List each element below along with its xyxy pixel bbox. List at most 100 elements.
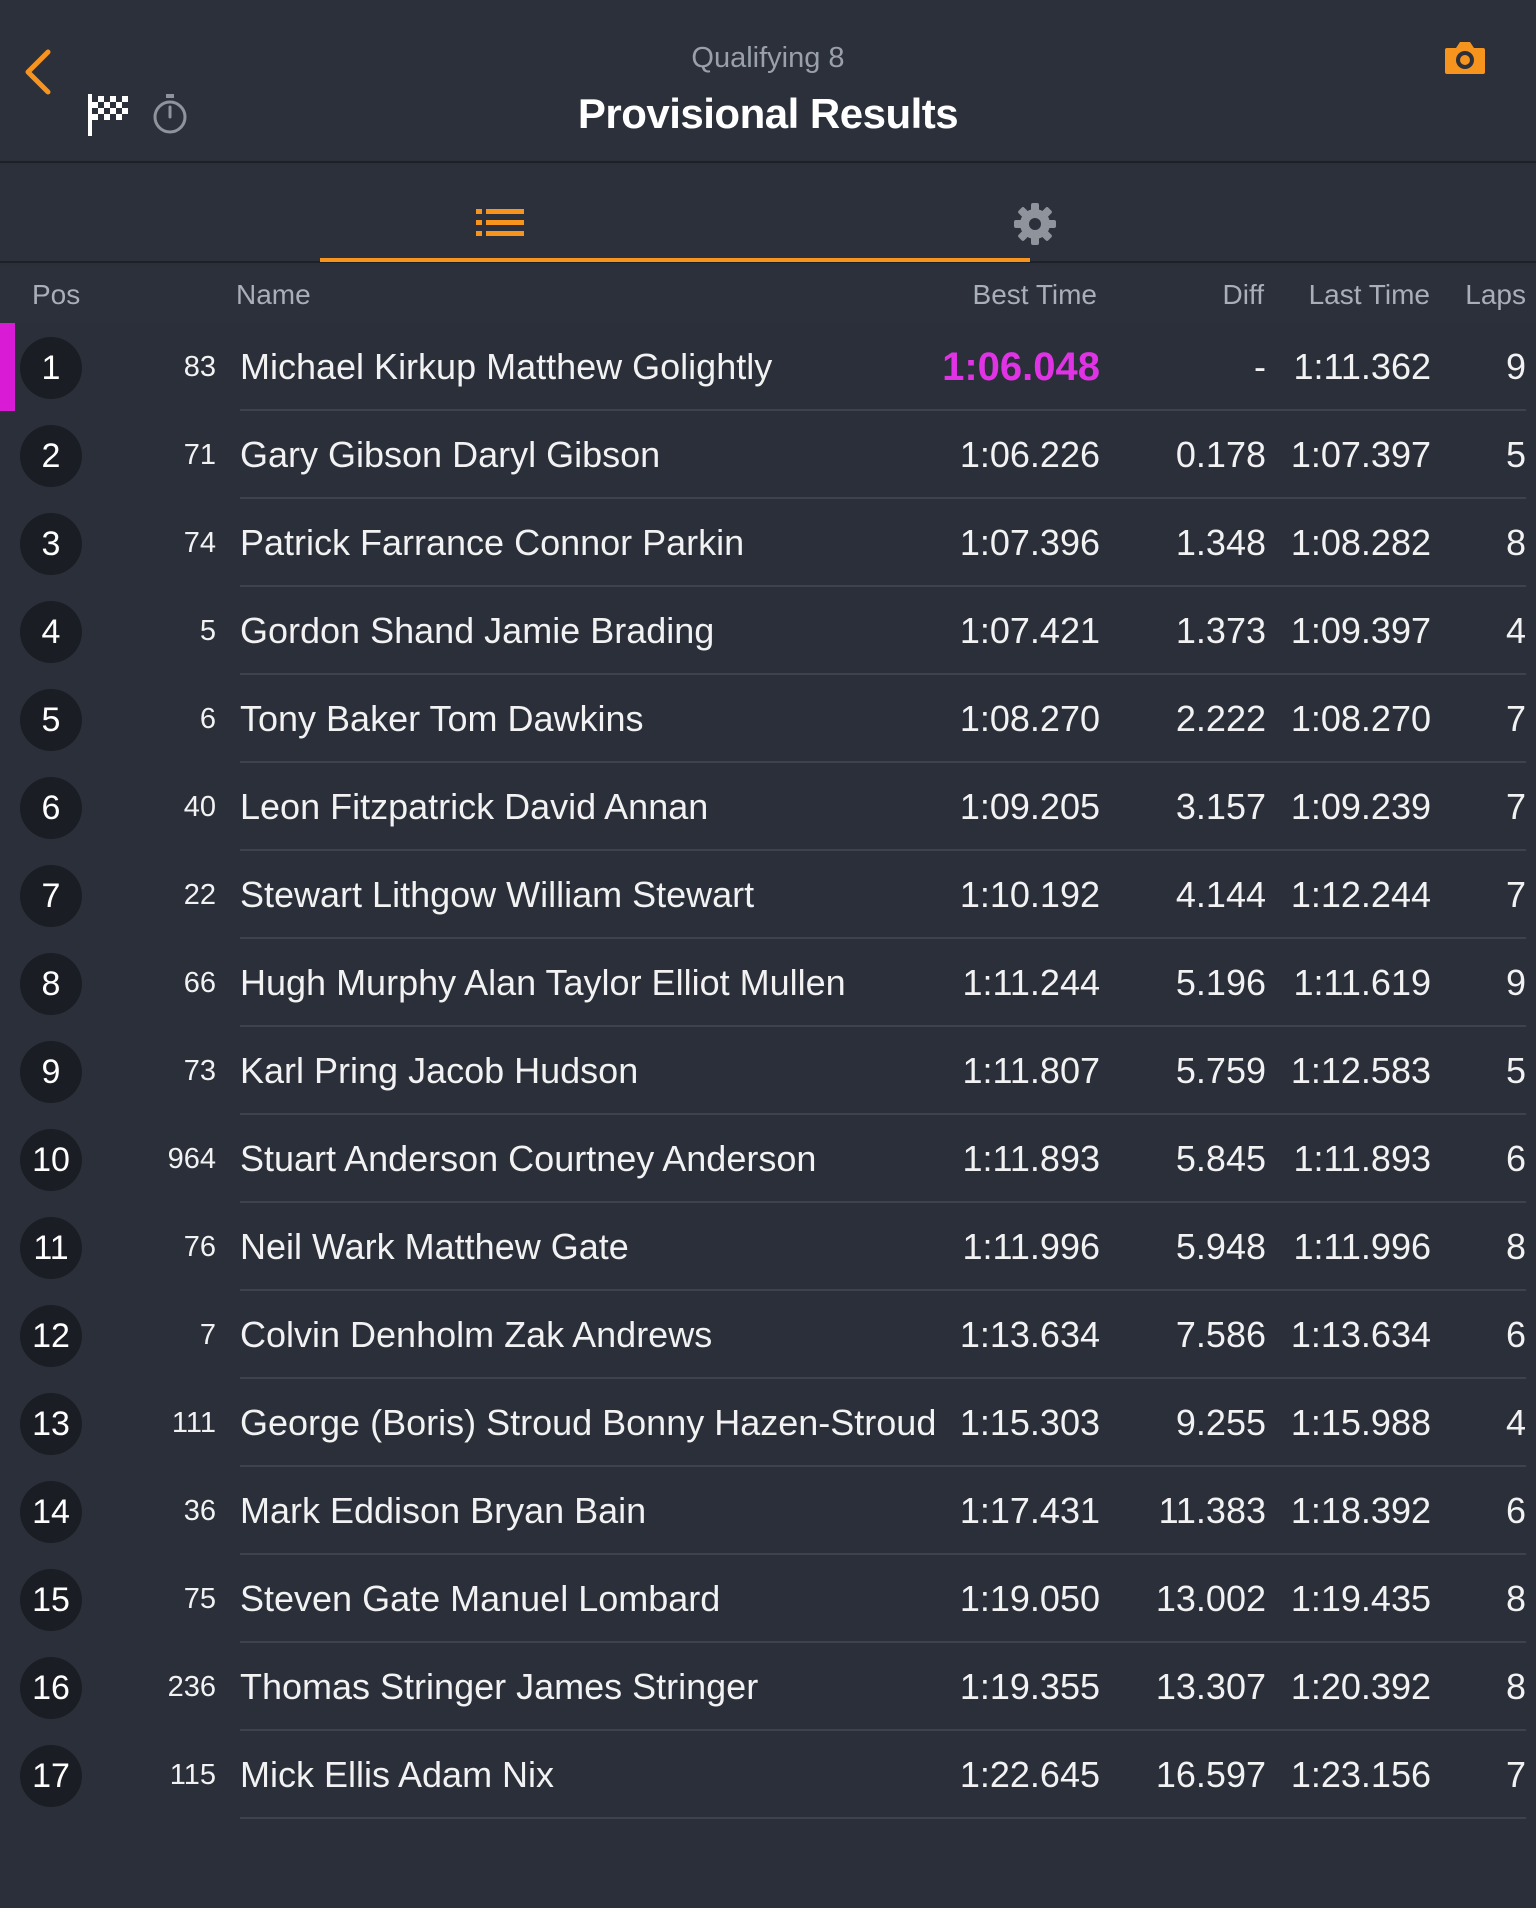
driver-names: Gordon Shand Jamie Brading [240, 610, 715, 651]
table-row[interactable]: 2 71 Gary Gibson Daryl Gibson 1:06.226 0.178… [0, 411, 1536, 499]
lap-count: 7 [1505, 786, 1526, 827]
driver-names: Mark Eddison Bryan Bain [240, 1490, 647, 1531]
last-time: 1:07.397 [1290, 434, 1431, 475]
position-badge: 13 [20, 1393, 82, 1455]
nav-header: Qualifying 8 Provisional Results [0, 0, 1536, 163]
best-time: 1:08.270 [959, 698, 1100, 739]
best-time: 1:13.634 [959, 1314, 1100, 1355]
active-tab-indicator [320, 258, 1030, 262]
time-diff: 4.144 [1175, 874, 1266, 915]
car-number: 964 [167, 1143, 216, 1175]
car-number: 5 [199, 615, 216, 647]
screenshot-button[interactable] [1443, 38, 1487, 78]
position-badge: 14 [20, 1481, 82, 1543]
best-time: 1:19.355 [959, 1666, 1100, 1707]
car-number: 76 [183, 1231, 216, 1263]
list-icon [476, 209, 524, 236]
tab-bar [0, 165, 1536, 263]
position-badge: 11 [20, 1217, 82, 1279]
time-diff: - [1254, 346, 1266, 387]
column-header-diff[interactable]: Diff [1223, 279, 1265, 311]
car-number: 22 [183, 879, 216, 911]
time-diff: 7.586 [1175, 1314, 1266, 1355]
driver-names: Stuart Anderson Courtney Anderson [240, 1138, 817, 1179]
position-badge: 7 [20, 865, 82, 927]
last-time: 1:08.270 [1290, 698, 1431, 739]
best-time: 1:11.807 [962, 1050, 1100, 1091]
lap-count: 4 [1505, 610, 1526, 651]
time-diff: 11.383 [1158, 1490, 1266, 1531]
lap-count: 7 [1505, 698, 1526, 739]
time-diff: 0.178 [1175, 434, 1266, 475]
lap-count: 7 [1505, 874, 1526, 915]
gear-icon [1014, 203, 1056, 245]
column-header-last-time[interactable]: Last Time [1309, 279, 1430, 311]
car-number: 83 [183, 351, 216, 383]
table-row[interactable]: 10 964 Stuart Anderson Courtney Anderson 1:… [0, 1115, 1536, 1203]
best-time: 1:11.996 [962, 1226, 1100, 1267]
table-row[interactable]: 6 40 Leon Fitzpatrick David Annan 1:09.205 3… [0, 763, 1536, 851]
time-diff: 9.255 [1175, 1402, 1266, 1443]
best-time: 1:07.421 [959, 610, 1100, 651]
lap-count: 6 [1505, 1314, 1526, 1355]
driver-names: Colvin Denholm Zak Andrews [240, 1314, 713, 1355]
table-row[interactable]: 9 73 Karl Pring Jacob Hudson 1:11.807 5.759 1… [0, 1027, 1536, 1115]
time-diff: 5.196 [1175, 962, 1266, 1003]
best-time: 1:17.431 [959, 1490, 1100, 1531]
best-time: 1:06.226 [959, 434, 1100, 475]
driver-names: Neil Wark Matthew Gate [240, 1226, 629, 1267]
driver-names: Leon Fitzpatrick David Annan [240, 786, 709, 827]
table-row[interactable]: 15 75 Steven Gate Manuel Lombard 1:19.050 13… [0, 1555, 1536, 1643]
driver-names: Mick Ellis Adam Nix [240, 1754, 555, 1795]
column-header-laps[interactable]: Laps [1465, 279, 1526, 311]
driver-names: Patrick Farrance Connor Parkin [240, 522, 745, 563]
car-number: 71 [183, 439, 216, 471]
position-badge: 1 [20, 337, 82, 399]
best-time: 1:09.205 [959, 786, 1100, 827]
driver-names: Hugh Murphy Alan Taylor Elliot Mullen [240, 962, 846, 1003]
table-row[interactable]: 13 111 George (Boris) Stroud Bonny Hazen-S… [0, 1379, 1536, 1467]
last-time: 1:08.282 [1290, 522, 1431, 563]
table-row[interactable]: 11 76 Neil Wark Matthew Gate 1:11.996 5.948 1… [0, 1203, 1536, 1291]
lap-count: 9 [1505, 962, 1526, 1003]
lap-count: 5 [1505, 1050, 1526, 1091]
table-row[interactable]: 16 236 Thomas Stringer James Stringer 1:19.… [0, 1643, 1536, 1731]
table-row[interactable]: 12 7 Colvin Denholm Zak Andrews 1:13.634 7.5… [0, 1291, 1536, 1379]
page-title: Provisional Results [577, 90, 959, 137]
table-row[interactable]: 5 6 Tony Baker Tom Dawkins 1:08.270 2.222 1:0… [0, 675, 1536, 763]
table-row[interactable]: 3 74 Patrick Farrance Connor Parkin 1:07.39… [0, 499, 1536, 587]
driver-names: Gary Gibson Daryl Gibson [240, 434, 661, 475]
column-header-best-time[interactable]: Best Time [973, 279, 1097, 311]
car-number: 236 [167, 1671, 216, 1703]
table-row[interactable]: 17 115 Mick Ellis Adam Nix 1:22.645 16.597 1:… [0, 1731, 1536, 1819]
table-row[interactable]: 14 36 Mark Eddison Bryan Bain 1:17.431 11.38… [0, 1467, 1536, 1555]
position-badge: 6 [20, 777, 82, 839]
last-time: 1:12.583 [1290, 1050, 1431, 1091]
column-header-name[interactable]: Name [236, 279, 311, 311]
time-diff: 3.157 [1175, 786, 1266, 827]
tab-settings[interactable] [710, 165, 1056, 261]
driver-names: George (Boris) Stroud Bonny Hazen-Stroud [240, 1402, 937, 1443]
tab-results-list[interactable] [320, 165, 710, 261]
table-row[interactable]: 8 66 Hugh Murphy Alan Taylor Elliot Mullen… [0, 939, 1536, 1027]
time-diff: 13.307 [1155, 1666, 1266, 1707]
table-row[interactable]: 4 5 Gordon Shand Jamie Brading 1:07.421 1.37… [0, 587, 1536, 675]
car-number: 40 [183, 791, 216, 823]
driver-names: Steven Gate Manuel Lombard [240, 1578, 721, 1619]
time-diff: 2.222 [1175, 698, 1266, 739]
position-badge: 9 [20, 1041, 82, 1103]
last-time: 1:19.435 [1290, 1578, 1431, 1619]
car-number: 66 [183, 967, 216, 999]
last-time: 1:15.988 [1290, 1402, 1431, 1443]
column-header-pos[interactable]: Pos [32, 279, 80, 311]
position-badge: 12 [20, 1305, 82, 1367]
table-row[interactable]: 1 83 Michael Kirkup Matthew Golightly 1:06.… [0, 323, 1536, 411]
lap-count: 8 [1505, 1666, 1526, 1707]
last-time: 1:20.392 [1290, 1666, 1431, 1707]
results-table: 1 83 Michael Kirkup Matthew Golightly 1:06.… [0, 323, 1536, 1819]
table-row[interactable]: 7 22 Stewart Lithgow William Stewart 1:10.1… [0, 851, 1536, 939]
time-diff: 16.597 [1155, 1754, 1266, 1795]
best-time: 1:10.192 [959, 874, 1100, 915]
position-badge: 5 [20, 689, 82, 751]
lap-count: 9 [1505, 346, 1526, 387]
